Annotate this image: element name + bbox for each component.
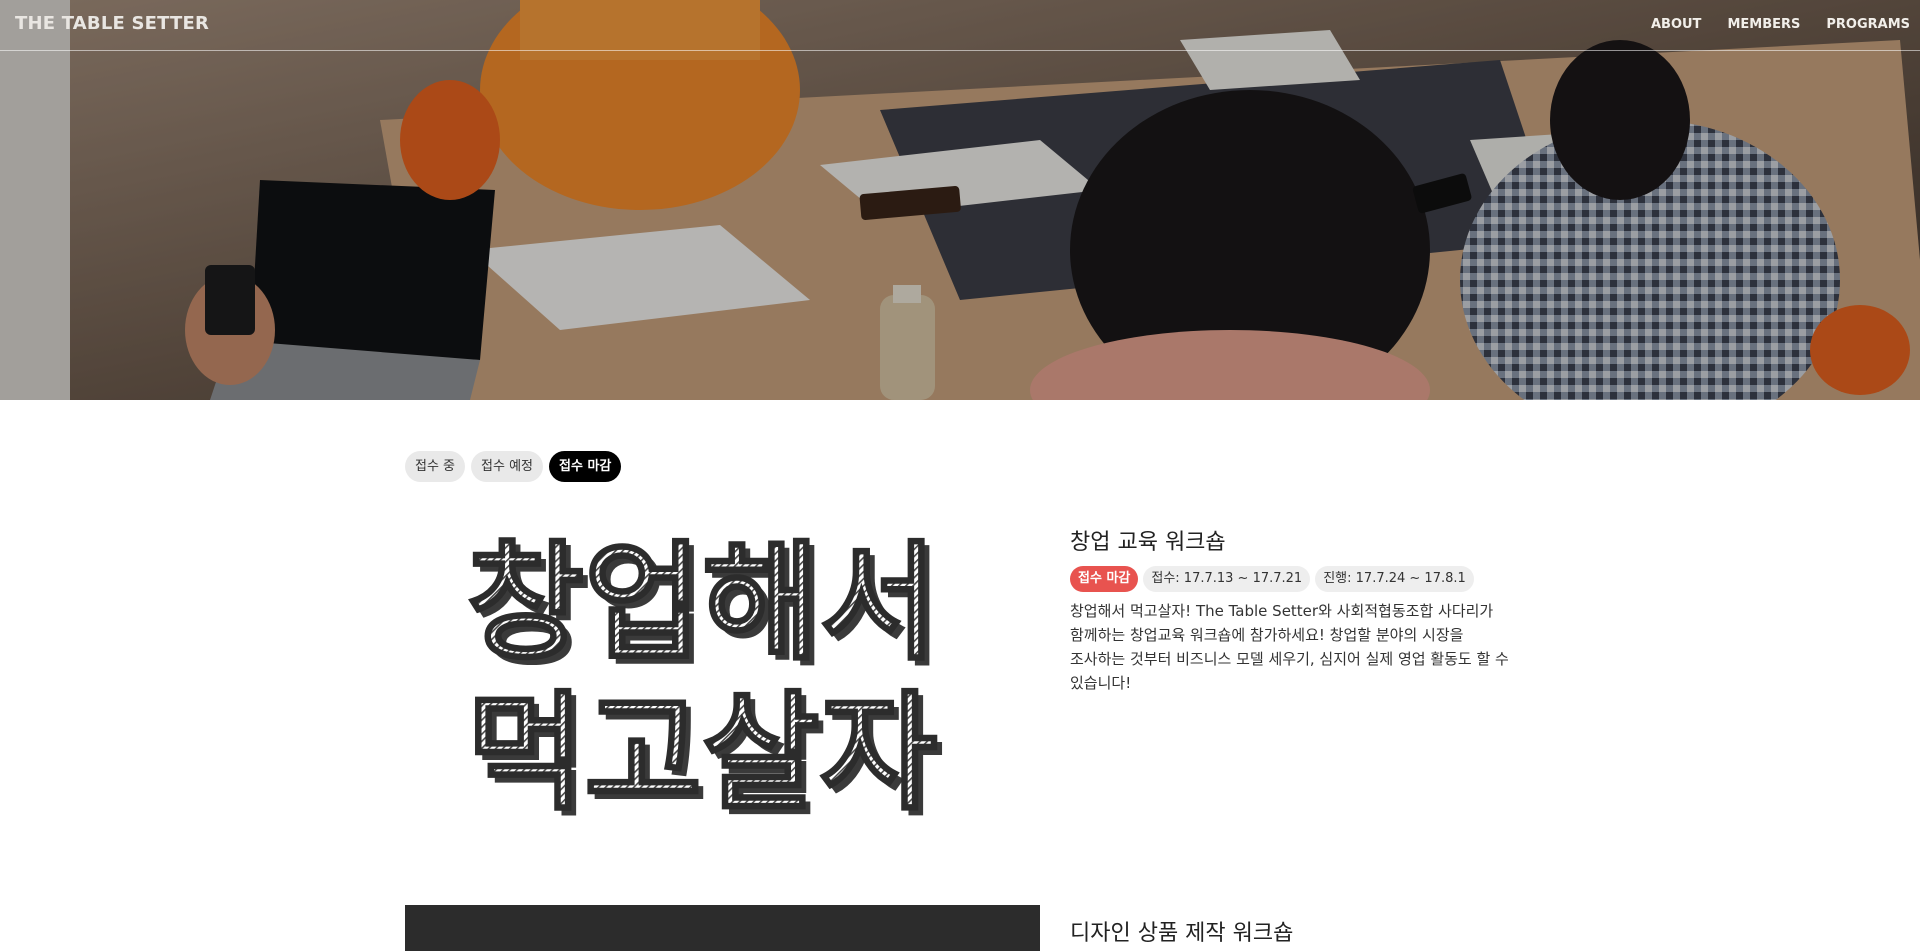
program-info: 창업 교육 워크숍 접수 마감 접수: 17.7.13 ~ 17.7.21 진행… xyxy=(1070,528,1520,695)
program-poster[interactable]: 창업해서 창업해서 먹고살자 먹고살자 xyxy=(405,520,1040,850)
program-thumbnail[interactable] xyxy=(405,905,1040,951)
poster-line-2: 먹고살자 xyxy=(466,679,937,828)
hero-banner: THE TABLE SETTER ABOUT MEMBERS PROGRAMS xyxy=(0,0,1920,400)
program-card: 창업해서 창업해서 먹고살자 먹고살자 창업 교육 워크숍 접수 마감 접수: … xyxy=(405,520,1520,850)
nav-links: ABOUT MEMBERS PROGRAMS xyxy=(1651,17,1910,32)
brand-logo[interactable]: THE TABLE SETTER xyxy=(15,13,209,34)
program-card: 디자인 상품 제작 워크숍 xyxy=(405,905,1520,951)
program-status-filters: 접수 중 접수 예정 접수 마감 xyxy=(405,451,622,482)
program-badges: 접수 마감 접수: 17.7.13 ~ 17.7.21 진행: 17.7.24 … xyxy=(1070,566,1520,592)
program-description: 창업해서 먹고살자! The Table Setter와 사회적협동조합 사다리… xyxy=(1070,602,1509,692)
hero-overlay xyxy=(0,0,1920,400)
nav-members[interactable]: MEMBERS xyxy=(1727,17,1800,32)
nav-about[interactable]: ABOUT xyxy=(1651,17,1701,32)
apply-period-badge: 접수: 17.7.13 ~ 17.7.21 xyxy=(1143,566,1311,592)
program-title[interactable]: 디자인 상품 제작 워크숍 xyxy=(1070,919,1520,949)
program-info: 디자인 상품 제작 워크숍 xyxy=(1070,919,1520,949)
filter-upcoming[interactable]: 접수 예정 xyxy=(471,451,543,482)
nav-programs[interactable]: PROGRAMS xyxy=(1826,17,1910,32)
top-navbar: THE TABLE SETTER ABOUT MEMBERS PROGRAMS xyxy=(0,0,1920,51)
program-title[interactable]: 창업 교육 워크숍 xyxy=(1070,528,1520,558)
status-badge: 접수 마감 xyxy=(1070,566,1139,592)
filter-closed[interactable]: 접수 마감 xyxy=(549,451,622,482)
poster-line-1: 창업해서 xyxy=(466,529,937,678)
filter-open[interactable]: 접수 중 xyxy=(405,451,466,482)
run-period-badge: 진행: 17.7.24 ~ 17.8.1 xyxy=(1315,566,1474,592)
